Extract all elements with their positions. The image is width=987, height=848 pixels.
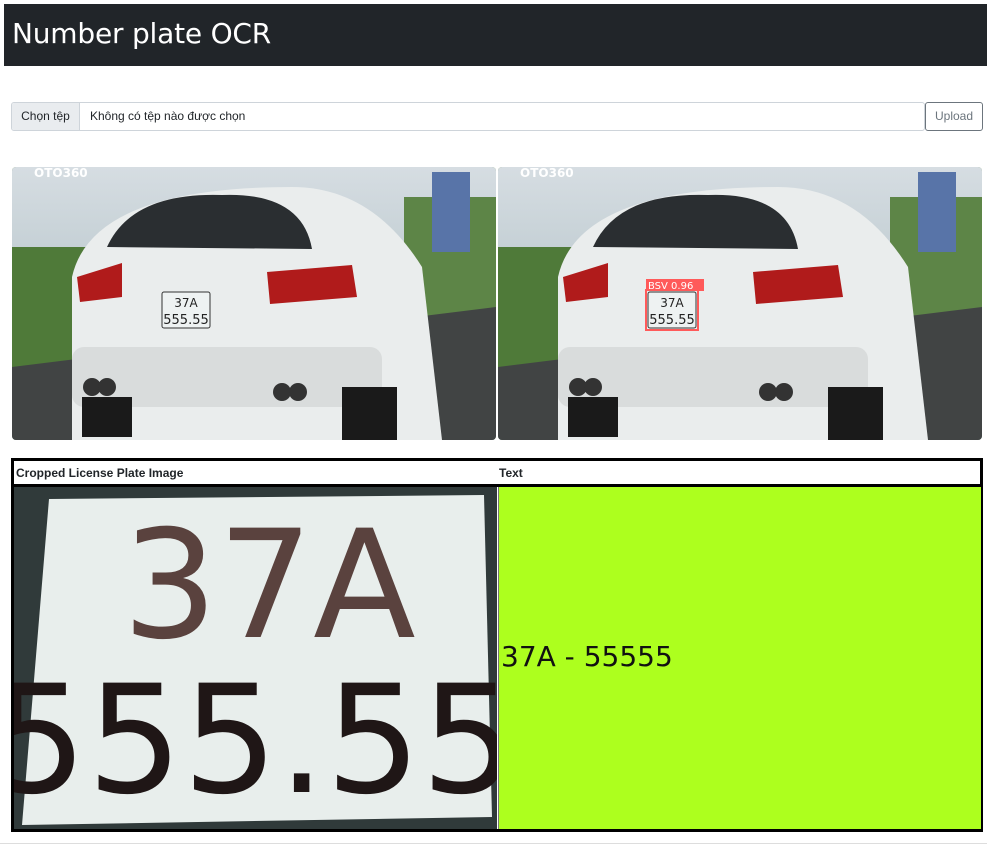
cropped-plate-bottom: 555.55 xyxy=(14,654,497,828)
plate-top-text: 37A xyxy=(174,296,198,310)
header-text: Text xyxy=(499,466,523,480)
plate-top-text: 37A xyxy=(660,296,684,310)
results-table: Cropped License Plate Image Text 37A 555… xyxy=(11,458,983,832)
cropped-plate-top: 37A xyxy=(122,499,415,673)
file-input[interactable]: Chọn tệp Không có tệp nào được chọn xyxy=(11,102,925,131)
choose-file-button[interactable]: Chọn tệp xyxy=(12,103,80,130)
ocr-text-cell: 37A - 55555 xyxy=(498,487,981,829)
navbar: Number plate OCR xyxy=(4,4,987,66)
upload-form: Chọn tệp Không có tệp nào được chọn Uplo… xyxy=(11,102,983,131)
cropped-plate-image: 37A 555.55 xyxy=(14,487,497,829)
file-status: Không có tệp nào được chọn xyxy=(90,109,246,123)
detection-label: BSV 0.96 xyxy=(648,281,693,292)
watermark: OTO360 xyxy=(34,167,88,180)
page-title: Number plate OCR xyxy=(12,17,272,50)
ocr-result-text: 37A - 55555 xyxy=(501,640,673,673)
bottom-divider xyxy=(0,843,987,844)
plate-bottom-text: 555.55 xyxy=(163,313,209,328)
plate-bottom-text: 555.55 xyxy=(649,313,695,328)
upload-button[interactable]: Upload xyxy=(925,102,983,131)
detection-image: BSV 0.96 37A 555.55 OTO360 xyxy=(498,167,982,440)
original-image: 37A 555.55 OTO360 xyxy=(12,167,496,440)
header-cropped-image: Cropped License Plate Image xyxy=(16,466,184,480)
watermark: OTO360 xyxy=(520,167,574,180)
